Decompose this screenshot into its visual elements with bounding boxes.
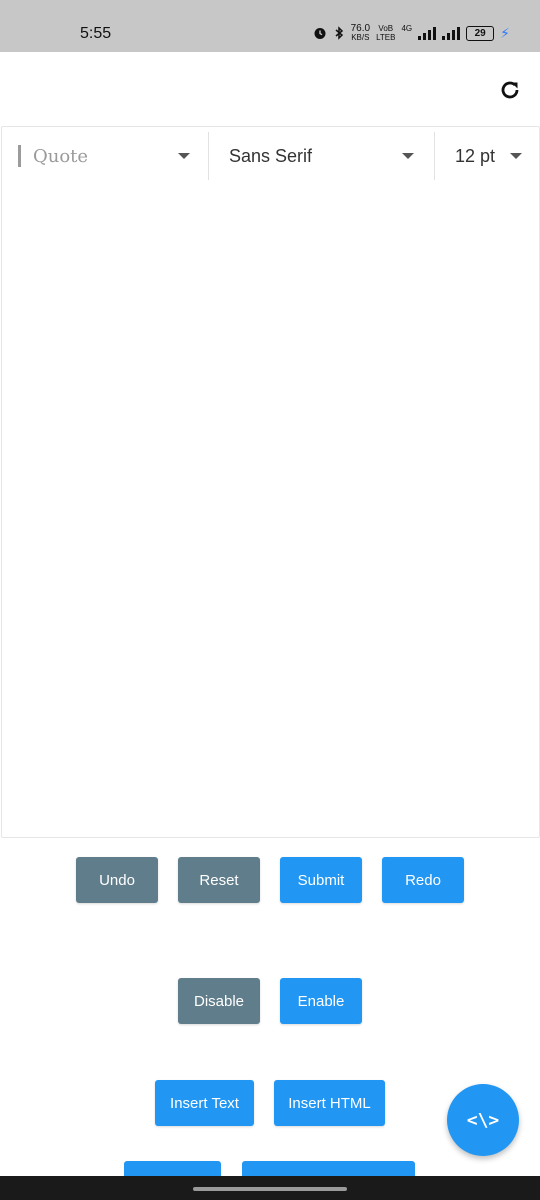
chevron-down-icon [510,153,522,159]
battery-icon: 29 [466,25,495,41]
bluetooth-icon [335,26,343,40]
quote-bar-icon [18,145,21,167]
submit-button[interactable]: Submit [280,857,362,903]
enable-button[interactable]: Enable [280,978,362,1024]
insert-text-button[interactable]: Insert Text [155,1080,254,1126]
volte-indicator: VoB LTEB [376,24,396,42]
size-dropdown-value: 12 pt [455,145,496,166]
style-dropdown[interactable]: Quote [2,132,209,180]
status-bar: 5:55 76.0 KB/S VoB LTEB 4G 29 ⚡ [0,0,540,52]
insert-html-button[interactable]: Insert HTML [274,1080,385,1126]
undo-button[interactable]: Undo [76,857,158,903]
signal-icon [418,26,437,40]
rich-text-editor[interactable]: Quote Sans Serif 12 pt [1,126,540,838]
disable-button[interactable]: Disable [178,978,260,1024]
code-icon: <\> [466,1109,500,1131]
signal-icon [442,26,461,40]
home-handle[interactable] [193,1187,347,1191]
style-dropdown-value: Quote [33,145,89,167]
code-view-fab[interactable]: <\> [447,1084,519,1156]
network-speed: 76.0 KB/S [350,23,371,43]
refresh-button[interactable] [496,76,524,104]
status-time: 5:55 [80,25,112,42]
chevron-down-icon [178,153,190,159]
size-dropdown[interactable]: 12 pt [435,132,539,180]
network-type: 4G [401,24,413,33]
font-dropdown-value: Sans Serif [229,145,313,166]
refresh-icon [501,81,519,99]
partial-button[interactable] [242,1161,415,1177]
chevron-down-icon [402,153,414,159]
status-icons: 76.0 KB/S VoB LTEB 4G 29 ⚡ [313,24,510,42]
reset-button[interactable]: Reset [178,857,260,903]
partial-button[interactable] [124,1161,221,1177]
redo-button[interactable]: Redo [382,857,464,903]
charging-icon: ⚡ [500,24,510,41]
navigation-bar [0,1176,540,1200]
editor-toolbar: Quote Sans Serif 12 pt [2,127,539,185]
alarm-icon [314,28,326,39]
font-dropdown[interactable]: Sans Serif [209,132,435,180]
